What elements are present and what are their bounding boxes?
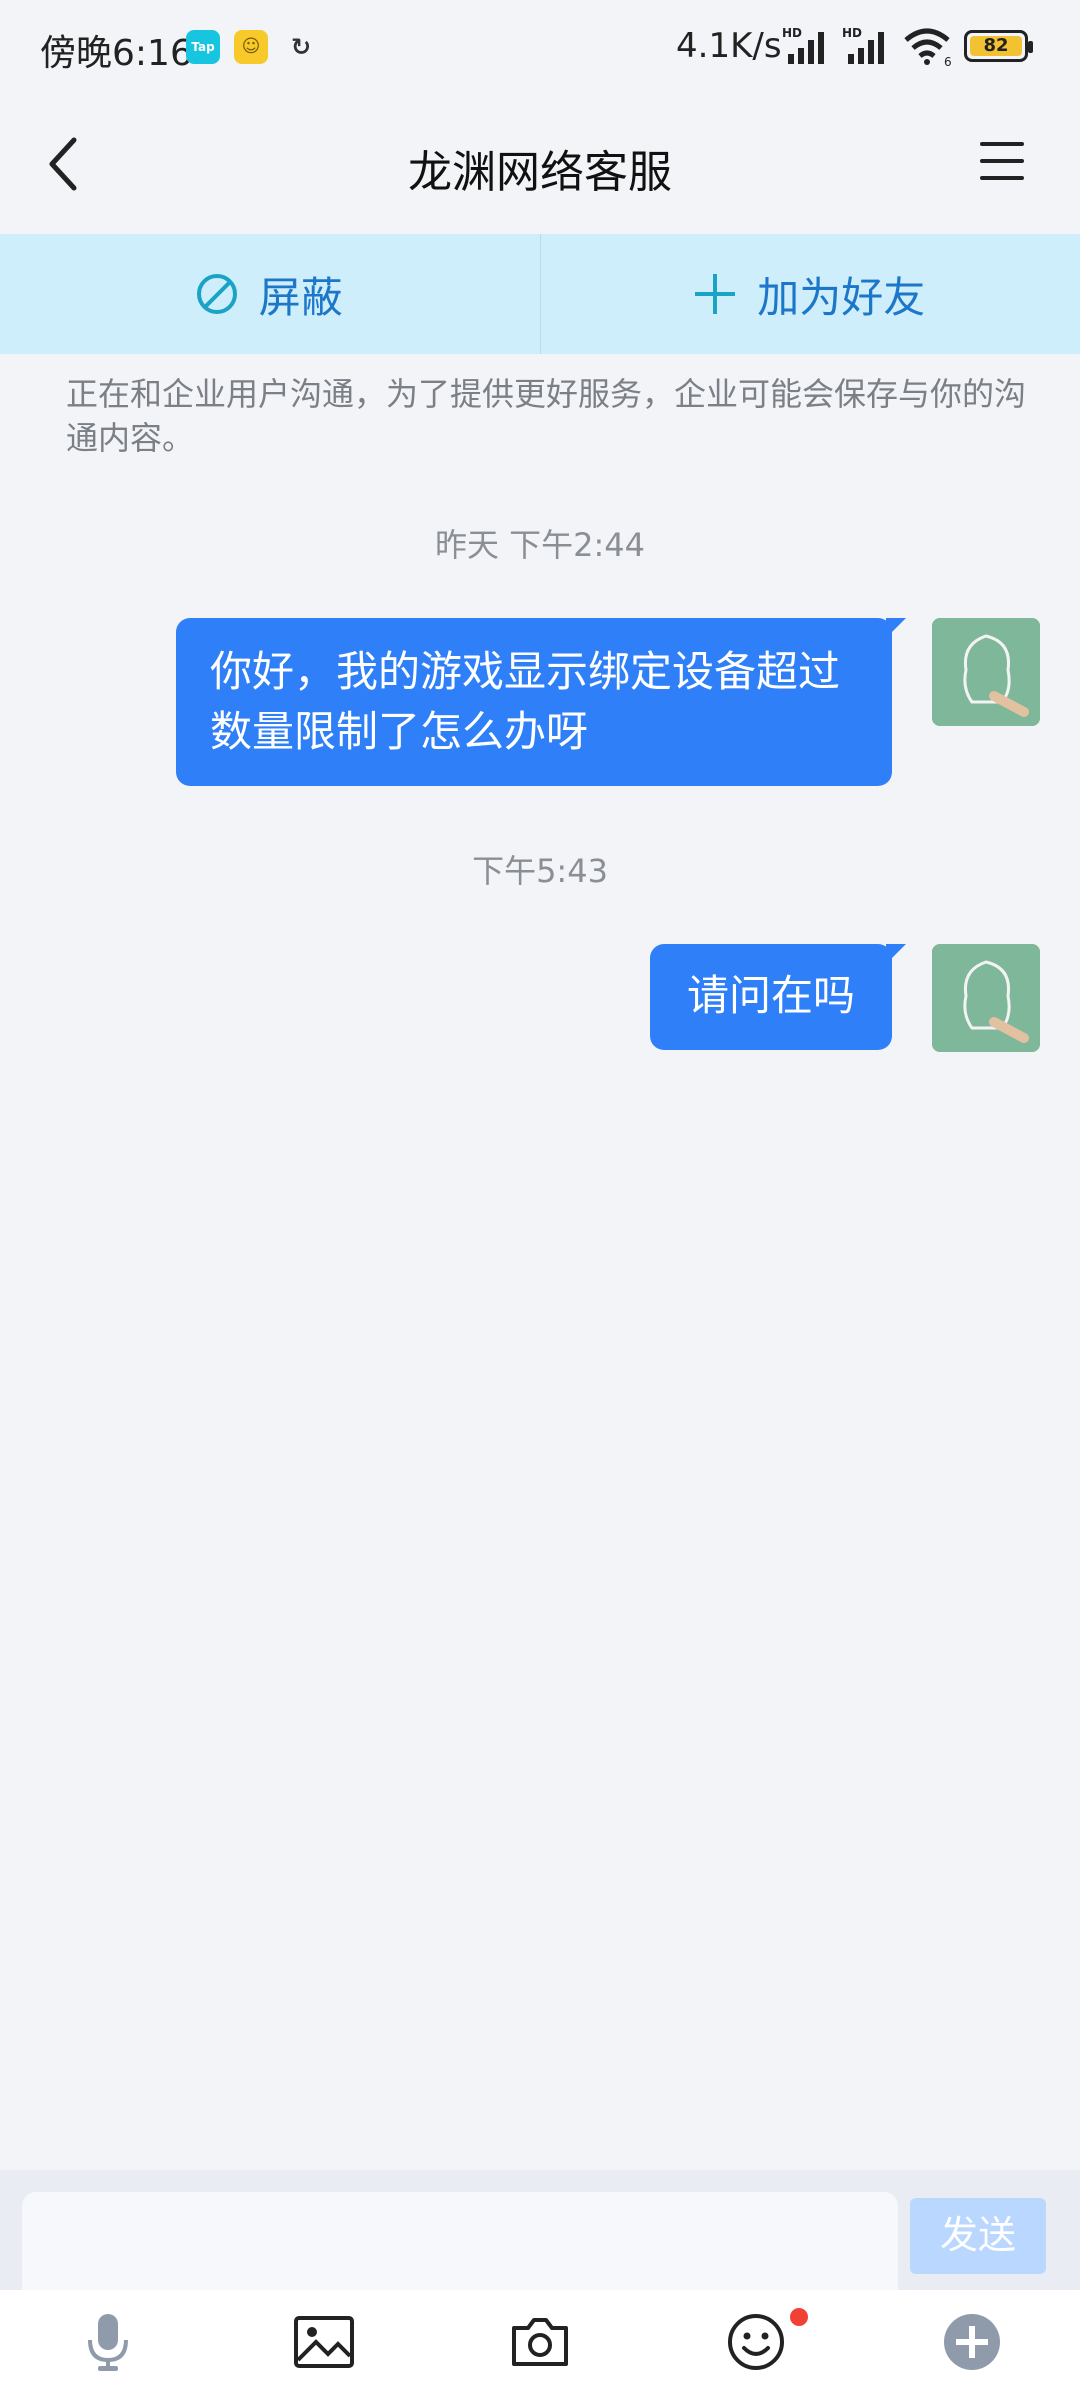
tap-app-icon: Tap bbox=[186, 30, 220, 64]
notification-dot bbox=[790, 2308, 808, 2326]
input-area: 发送 bbox=[0, 2170, 1080, 2290]
status-bar: 傍晚6:16 Tap ☺ ↻ 4.1K/s HD HD 6 82 bbox=[0, 0, 1080, 96]
message-timestamp-2: 下午5:43 bbox=[472, 852, 608, 890]
hamburger-menu-icon[interactable] bbox=[980, 142, 1024, 182]
plus-circle-icon[interactable] bbox=[940, 2310, 1004, 2374]
wifi-icon: 6 bbox=[904, 28, 952, 66]
plus-icon bbox=[695, 274, 736, 314]
block-icon bbox=[196, 274, 237, 314]
sync-icon: ↻ bbox=[290, 33, 312, 61]
chat-header: 龙渊网络客服 bbox=[0, 96, 1080, 234]
network-speed: 4.1K/s bbox=[676, 26, 782, 66]
camera-icon[interactable] bbox=[508, 2310, 572, 2374]
message-bubble-2[interactable]: 请问在吗 bbox=[650, 944, 906, 1050]
emoji-icon[interactable] bbox=[724, 2310, 788, 2374]
battery-icon: 82 bbox=[964, 30, 1033, 62]
svg-text:6: 6 bbox=[944, 55, 952, 66]
status-time: 傍晚6:16 bbox=[40, 33, 193, 74]
game-app-icon: ☺ bbox=[234, 30, 268, 64]
add-friend-label: 加为好友 bbox=[757, 272, 926, 322]
block-label: 屏蔽 bbox=[258, 272, 343, 322]
privacy-notice: 正在和企业用户沟通，为了提供更好服务，企业可能会保存与你的沟通内容。 bbox=[66, 375, 1027, 457]
message-bubble[interactable]: 你好，我的游戏显示绑定设备超过数量限制了怎么办呀 bbox=[176, 618, 906, 786]
avatar-2[interactable] bbox=[932, 944, 1040, 1052]
image-icon[interactable] bbox=[292, 2310, 356, 2374]
action-bar: 屏蔽 加为好友 bbox=[0, 234, 1080, 354]
battery-level: 82 bbox=[970, 36, 1022, 56]
message-input[interactable] bbox=[22, 2192, 898, 2290]
microphone-icon[interactable] bbox=[76, 2310, 140, 2374]
chat-toolbar bbox=[0, 2290, 1080, 2400]
default-avatar-icon bbox=[932, 618, 1040, 726]
block-button[interactable]: 屏蔽 bbox=[0, 234, 540, 354]
message-timestamp: 昨天 下午2:44 bbox=[434, 526, 646, 564]
cell-signal-icon-2: HD bbox=[842, 26, 888, 64]
avatar[interactable] bbox=[932, 618, 1040, 726]
send-button[interactable]: 发送 bbox=[910, 2198, 1046, 2274]
add-friend-button[interactable]: 加为好友 bbox=[539, 234, 1080, 354]
cell-signal-icon: HD bbox=[782, 26, 828, 64]
page-title: 龙渊网络客服 bbox=[408, 147, 672, 198]
default-avatar-icon-2 bbox=[932, 944, 1040, 1052]
